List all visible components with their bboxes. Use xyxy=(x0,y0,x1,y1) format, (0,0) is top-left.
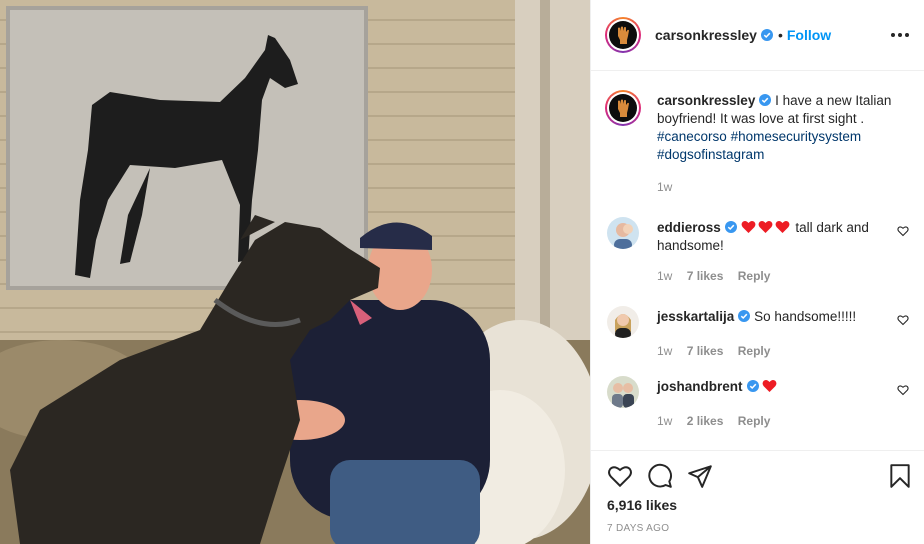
comment-username[interactable]: joshandbrent xyxy=(657,379,743,394)
verified-badge-icon xyxy=(759,94,772,106)
caption-time[interactable]: 1w xyxy=(657,180,672,194)
paper-plane-icon[interactable] xyxy=(687,463,713,489)
post-time[interactable]: 7 DAYS AGO xyxy=(607,523,669,534)
comment-likes[interactable]: 7 likes xyxy=(687,344,724,358)
author-avatar[interactable] xyxy=(605,17,641,53)
comment-body: joshandbrent 1w 2 likes Reply xyxy=(657,378,905,430)
more-options-icon[interactable] xyxy=(891,26,909,44)
commenter-avatar[interactable] xyxy=(607,306,639,338)
red-heart-emoji-icon xyxy=(775,221,789,233)
heart-icon[interactable] xyxy=(607,463,633,489)
caption-avatar[interactable] xyxy=(605,90,641,126)
comment-username[interactable]: eddieross xyxy=(657,220,721,235)
hashtag-link[interactable]: #dogsofinstagram xyxy=(657,147,764,162)
avatar-ring xyxy=(607,92,639,124)
red-heart-emoji-icon xyxy=(758,221,772,233)
comment-icon[interactable] xyxy=(647,463,673,489)
reply-button[interactable]: Reply xyxy=(738,344,771,358)
comment-username[interactable]: jesskartalija xyxy=(657,309,734,324)
post-photo[interactable] xyxy=(0,0,590,544)
caption-meta: 1w xyxy=(657,178,905,196)
heart-icon[interactable] xyxy=(897,314,909,326)
comment-time[interactable]: 1w xyxy=(657,344,672,358)
raised-fist-avatar-icon xyxy=(609,21,637,49)
comment-text: So handsome!!!!! xyxy=(754,309,857,324)
header-username[interactable]: carsonkressley xyxy=(655,27,757,43)
hashtag-link[interactable]: #canecorso xyxy=(657,129,727,144)
comment-body: eddieross tall dark and handsome! 1w 7 l… xyxy=(657,219,905,285)
caption-body: carsonkressley I have a new Italian boyf… xyxy=(657,92,905,196)
comment-time[interactable]: 1w xyxy=(657,269,672,283)
bookmark-icon[interactable] xyxy=(887,463,913,489)
comment-time[interactable]: 1w xyxy=(657,414,672,428)
post-actions: 6,916 likes 7 DAYS AGO xyxy=(591,450,924,544)
verified-badge-icon xyxy=(760,29,773,41)
hashtag-link[interactable]: #homesecuritysystem xyxy=(731,129,862,144)
comment-meta: 1w 2 likes Reply xyxy=(657,412,905,430)
photo-dog-and-man xyxy=(0,0,590,544)
comment-likes[interactable]: 2 likes xyxy=(687,414,724,428)
reply-button[interactable]: Reply xyxy=(738,414,771,428)
comment-meta: 1w 7 likes Reply xyxy=(657,342,905,360)
comment-likes[interactable]: 7 likes xyxy=(687,269,724,283)
raised-fist-avatar-icon xyxy=(609,94,637,122)
caption-username[interactable]: carsonkressley xyxy=(657,93,755,108)
likes-count[interactable]: 6,916 likes xyxy=(607,497,677,513)
heart-icon[interactable] xyxy=(897,225,909,237)
comment-body: jesskartalija So handsome!!!!! 1w 7 like… xyxy=(657,308,905,360)
header-separator: • xyxy=(777,27,783,43)
avatar-ring xyxy=(607,19,639,51)
comments-section[interactable]: carsonkressley I have a new Italian boyf… xyxy=(591,72,924,450)
comment-meta: 1w 7 likes Reply xyxy=(657,267,905,285)
red-heart-emoji-icon xyxy=(762,380,777,392)
post-header: carsonkressley • Follow xyxy=(591,0,924,71)
post-side-panel: carsonkressley • Follow carsonkressley I… xyxy=(590,0,924,544)
heart-icon[interactable] xyxy=(897,384,909,396)
follow-button[interactable]: Follow xyxy=(787,27,831,43)
verified-badge-icon xyxy=(738,310,751,322)
commenter-avatar[interactable] xyxy=(607,376,639,408)
commenter-avatar[interactable] xyxy=(607,217,639,249)
verified-badge-icon xyxy=(724,221,737,233)
verified-badge-icon xyxy=(746,380,759,392)
reply-button[interactable]: Reply xyxy=(738,269,771,283)
red-heart-emoji-icon xyxy=(741,221,755,233)
